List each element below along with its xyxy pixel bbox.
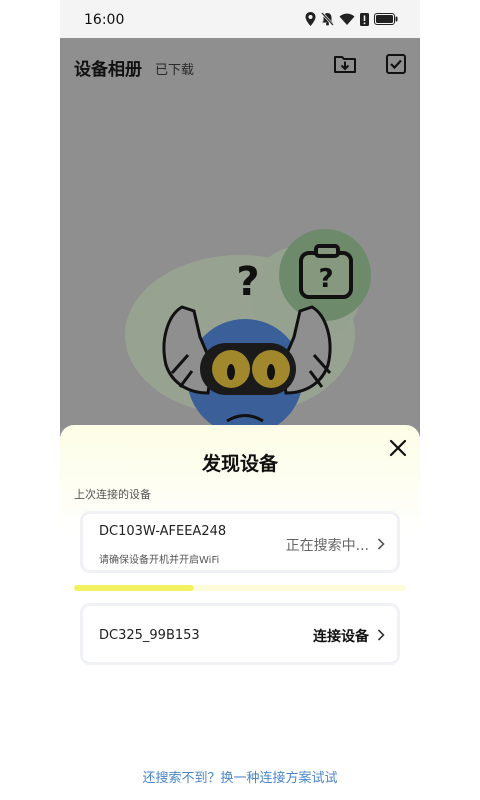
close-icon[interactable] <box>385 435 411 461</box>
search-progress-fill <box>74 585 194 591</box>
location-icon <box>305 12 316 26</box>
searching-status: 正在搜索中... <box>285 538 369 554</box>
alternative-connection-link[interactable]: 还搜索不到？换一种连接方案试试 <box>60 767 420 786</box>
bell-muted-icon <box>321 12 334 26</box>
select-checkbox-icon[interactable] <box>384 52 408 76</box>
page-title: 设备相册 <box>74 60 142 80</box>
connect-device-button[interactable]: 连接设备 <box>313 626 369 646</box>
searching-binoculars-illustration: ? ? <box>125 229 371 435</box>
sheet-title: 发现设备 <box>201 453 278 475</box>
battery-icon <box>374 13 398 25</box>
chevron-right-icon <box>377 629 385 641</box>
search-progress-bar <box>74 585 406 591</box>
status-bar: 16:00 <box>60 0 420 38</box>
chevron-right-icon <box>377 538 385 550</box>
last-connected-label: 上次连接的设备 <box>74 488 151 501</box>
phone-screen: 16:00 设备相册 已下载 ? ? 发现设备 上次连接的设备 DC103W-A… <box>60 0 420 800</box>
svg-text:?: ? <box>318 264 333 294</box>
last-device-hint: 请确保设备开机并开启WiFi <box>99 555 220 566</box>
status-time: 16:00 <box>84 12 125 28</box>
found-device-card[interactable]: DC325_99B153 连接设备 <box>80 603 400 665</box>
status-icons <box>305 12 398 26</box>
wifi-icon <box>339 13 355 25</box>
folder-download-icon[interactable] <box>333 52 357 76</box>
last-device-card[interactable]: DC103W-AFEEA248 请确保设备开机并开启WiFi 正在搜索中... <box>80 511 400 573</box>
svg-text:?: ? <box>236 259 259 305</box>
last-device-name: DC103W-AFEEA248 <box>99 524 227 539</box>
discover-device-sheet: 发现设备 上次连接的设备 DC103W-AFEEA248 请确保设备开机并开启W… <box>60 425 420 800</box>
found-device-name: DC325_99B153 <box>99 628 200 643</box>
alert-icon <box>360 12 369 26</box>
downloaded-tab[interactable]: 已下载 <box>155 59 194 78</box>
